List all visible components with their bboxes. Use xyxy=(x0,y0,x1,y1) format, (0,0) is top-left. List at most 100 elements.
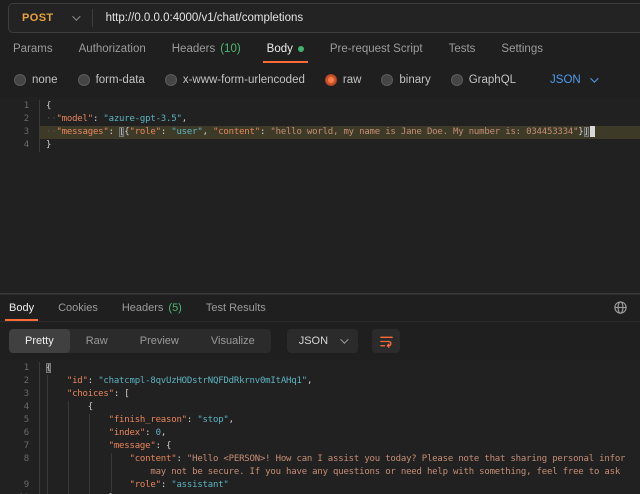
code-token: , xyxy=(229,415,234,425)
code-line-text: may not be secure. If you have any quest… xyxy=(40,466,640,479)
radio-icon xyxy=(165,74,177,86)
code-token: "stop" xyxy=(197,415,228,425)
indent-guide xyxy=(111,453,112,492)
tab-headers[interactable]: Headers (10) xyxy=(172,35,241,63)
response-view-switcher: Pretty Raw Preview Visualize xyxy=(9,329,271,353)
code-line-text: "finish_reason": "stop", xyxy=(40,414,640,427)
response-headers-count: (5) xyxy=(168,302,181,314)
code-token: : xyxy=(176,454,186,464)
view-pretty[interactable]: Pretty xyxy=(9,329,70,353)
request-url-bar: POST http://0.0.0.0:4000/v1/chat/complet… xyxy=(8,3,640,33)
code-row: 7 "message": { xyxy=(0,440,640,453)
code-row: 5 "finish_reason": "stop", xyxy=(0,414,640,427)
response-format-select[interactable]: JSON xyxy=(287,329,358,353)
tab-tests[interactable]: Tests xyxy=(449,35,476,63)
code-row: 4} xyxy=(0,139,640,152)
line-number: 4 xyxy=(0,139,40,152)
code-token xyxy=(46,428,109,438)
code-token: "finish_reason" xyxy=(109,415,187,425)
line-number: 4 xyxy=(0,401,40,414)
method-label: POST xyxy=(22,12,54,24)
code-line-text: "content": "Hello <PERSON>! How can I as… xyxy=(40,453,640,466)
chevron-down-icon xyxy=(590,74,598,82)
tab-body[interactable]: Body xyxy=(267,35,304,63)
tab-params[interactable]: Params xyxy=(13,35,53,63)
response-toolbar: Pretty Raw Preview Visualize JSON xyxy=(0,322,640,360)
tab-settings[interactable]: Settings xyxy=(501,35,543,63)
response-tab-test-results[interactable]: Test Results xyxy=(206,295,266,321)
code-token: "hello world, my name is Jane Doe. My nu… xyxy=(270,127,578,137)
code-row: 6 "index": 0, xyxy=(0,427,640,440)
code-token: ·· xyxy=(46,127,56,137)
code-token: ·· xyxy=(46,114,56,124)
response-tabs: Body Cookies Headers (5) Test Results xyxy=(0,295,640,322)
code-token: { xyxy=(46,363,51,373)
url-input[interactable]: http://0.0.0.0:4000/v1/chat/completions xyxy=(93,12,304,24)
code-token: "model" xyxy=(56,114,93,124)
code-row: 3 "choices": [ xyxy=(0,388,640,401)
code-token: , xyxy=(161,428,166,438)
code-token xyxy=(46,480,130,490)
body-format-select[interactable]: JSON xyxy=(550,74,596,86)
view-raw[interactable]: Raw xyxy=(70,329,124,353)
method-select[interactable]: POST xyxy=(9,4,92,32)
code-token: , xyxy=(203,127,213,137)
code-token: "chatcmpl-8qvUzHODstrNQFDdRkrnv0mItAHq1" xyxy=(98,376,307,386)
radio-icon xyxy=(14,74,26,86)
request-body-editor[interactable]: 1{2··"model": "azure-gpt-3.5",3··"messag… xyxy=(0,97,640,294)
body-dot-icon xyxy=(298,46,304,52)
globe-icon[interactable] xyxy=(613,300,628,318)
line-number: 3 xyxy=(0,388,40,401)
code-token: : xyxy=(187,415,197,425)
line-number: 2 xyxy=(0,113,40,126)
code-token: : xyxy=(109,127,119,137)
radio-icon xyxy=(78,74,90,86)
code-token: "azure-gpt-3.5" xyxy=(103,114,181,124)
code-row: may not be secure. If you have any quest… xyxy=(0,466,640,479)
code-row: 8 "content": "Hello <PERSON>! How can I … xyxy=(0,453,640,466)
code-token: : xyxy=(161,127,171,137)
code-token: "index" xyxy=(109,428,146,438)
body-type-row: none form-data x-www-form-urlencoded raw… xyxy=(0,65,640,95)
code-token: , xyxy=(182,114,187,124)
code-line-text: "role": "assistant" xyxy=(40,479,640,492)
code-row: 1{ xyxy=(0,100,640,113)
code-token xyxy=(46,441,109,451)
code-row: 2 ··"model": "azure-gpt-3.5", xyxy=(0,113,640,126)
radio-x-www-form-urlencoded[interactable]: x-www-form-urlencoded xyxy=(165,74,305,86)
response-tab-headers[interactable]: Headers (5) xyxy=(122,295,182,321)
response-body-editor[interactable]: 1{2 "id": "chatcmpl-8qvUzHODstrNQFDdRkrn… xyxy=(0,360,640,494)
view-visualize[interactable]: Visualize xyxy=(195,329,271,353)
code-row: 9 "role": "assistant" xyxy=(0,479,640,492)
code-token: "messages" xyxy=(56,127,108,137)
line-number: 6 xyxy=(0,427,40,440)
code-token: { xyxy=(46,402,93,412)
code-token: : { xyxy=(156,441,172,451)
code-token: : xyxy=(145,428,155,438)
tab-authorization[interactable]: Authorization xyxy=(79,35,146,63)
radio-binary[interactable]: binary xyxy=(381,74,430,86)
code-token: : xyxy=(93,114,103,124)
wrap-text-button[interactable] xyxy=(372,329,400,353)
line-number: 1 xyxy=(0,362,40,375)
code-token xyxy=(46,389,67,399)
code-token: : [ xyxy=(114,389,130,399)
code-token: ] xyxy=(584,127,589,137)
code-token: "message" xyxy=(109,441,156,451)
tab-pre-request-script[interactable]: Pre-request Script xyxy=(330,35,423,63)
radio-none[interactable]: none xyxy=(14,74,58,86)
view-preview[interactable]: Preview xyxy=(124,329,195,353)
code-token: "content" xyxy=(213,127,260,137)
code-token xyxy=(46,376,67,386)
headers-count: (10) xyxy=(220,43,240,55)
radio-raw[interactable]: raw xyxy=(325,74,362,86)
request-tabs: Params Authorization Headers (10) Body P… xyxy=(0,35,640,63)
code-row: 4 { xyxy=(0,401,640,414)
line-number: 5 xyxy=(0,414,40,427)
response-tab-cookies[interactable]: Cookies xyxy=(58,295,98,321)
radio-form-data[interactable]: form-data xyxy=(78,74,145,86)
code-token: "choices" xyxy=(67,389,114,399)
text-cursor xyxy=(590,126,595,137)
response-tab-body[interactable]: Body xyxy=(9,295,34,321)
radio-graphql[interactable]: GraphQL xyxy=(451,74,516,86)
